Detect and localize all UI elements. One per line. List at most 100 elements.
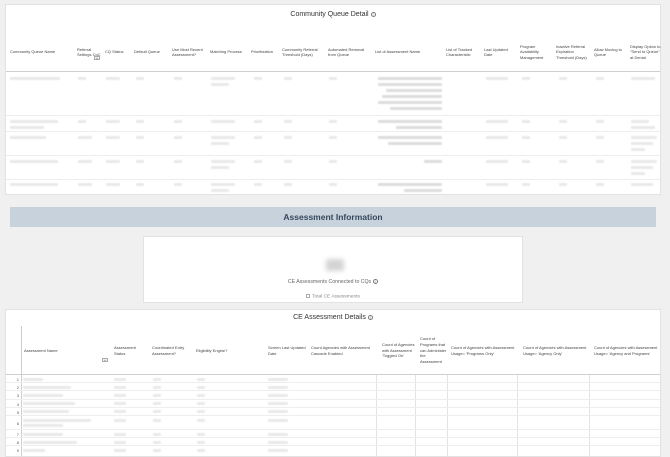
col-eligibility-engine[interactable]: Eligibility Engine?: [194, 326, 262, 375]
col-programs-administer[interactable]: Count of Programs that can Administer th…: [418, 326, 448, 375]
assessment-information-header: Assessment Information: [10, 207, 656, 227]
redacted-cell: [211, 160, 235, 163]
table-row[interactable]: 9: [6, 446, 660, 454]
col-prioritization[interactable]: Prioritization: [249, 32, 279, 72]
row-number: 5: [16, 409, 19, 415]
redacted-cell: [329, 183, 337, 186]
table-row[interactable]: 7: [6, 430, 660, 439]
table-row[interactable]: 8: [6, 438, 660, 447]
col-send-to-queue[interactable]: Display Option to "Send to Queue" at Den…: [628, 32, 662, 72]
redacted-cell: [136, 136, 144, 139]
assessment-details-header: Assessment Name « Assessment Status Coor…: [6, 326, 660, 375]
col-program-availability[interactable]: Program Availability Management: [518, 32, 552, 72]
redacted-cell: [631, 120, 649, 123]
redacted-cell: [10, 120, 58, 123]
checkbox[interactable]: [306, 294, 311, 298]
redacted-cell: [153, 440, 161, 444]
redacted-cell: [268, 432, 288, 436]
redacted-cell: [10, 183, 58, 186]
total-assessments-toggle[interactable]: Total CE Assessments: [144, 294, 522, 299]
redacted-cell: [23, 418, 91, 422]
row-number: 2: [16, 385, 19, 391]
col-matching-process[interactable]: Matching Process: [208, 32, 248, 72]
col-referral-threshold[interactable]: Community Referral Threshold (Days): [280, 32, 324, 72]
redacted-cell: [114, 385, 126, 389]
table-row[interactable]: 3: [6, 391, 660, 400]
table-row[interactable]: [6, 116, 660, 132]
col-assessment-name[interactable]: Assessment Name: [22, 326, 82, 375]
col-allow-moving[interactable]: Allow Moving to Queue: [592, 32, 626, 72]
redacted-cell: [396, 126, 442, 129]
table-row[interactable]: 2: [6, 383, 660, 392]
row-number: 9: [16, 448, 19, 454]
info-icon[interactable]: i: [373, 279, 379, 285]
col-assessment-names[interactable]: List of Assessment Name: [373, 32, 441, 72]
table-row[interactable]: 5: [6, 408, 660, 416]
redacted-cell: [106, 183, 120, 186]
col-coordinated-entry[interactable]: Coordinated Entry Assessment?: [150, 326, 192, 375]
redacted-cell: [378, 120, 442, 123]
redacted-cell: [329, 136, 337, 139]
redacted-cell: [197, 418, 205, 422]
col-usage-agency-programs[interactable]: Count of Agencies with Assessment Usage=…: [592, 326, 662, 375]
redacted-cell: [596, 160, 604, 163]
redacted-cell: [254, 183, 262, 186]
table-row[interactable]: 1: [6, 375, 660, 384]
redacted-cell: [114, 448, 126, 452]
col-use-most-recent[interactable]: Use Most Recent Assessment?: [170, 32, 206, 72]
redacted-cell: [329, 120, 337, 123]
redacted-cell: [23, 432, 63, 436]
redacted-cell: [197, 432, 205, 436]
redacted-cell: [197, 377, 205, 381]
redacted-cell: [382, 95, 442, 98]
table-row[interactable]: [6, 156, 660, 180]
redacted-cell: [197, 385, 205, 389]
redacted-cell: [254, 120, 262, 123]
col-community-queue-name[interactable]: Community Queue Name: [8, 32, 72, 72]
table-row[interactable]: [6, 180, 660, 195]
redacted-cell: [631, 126, 655, 129]
col-usage-programs-only[interactable]: Count of Agencies with Assessment Usage=…: [449, 326, 519, 375]
info-icon[interactable]: i: [370, 11, 376, 17]
table-row[interactable]: 6: [6, 416, 660, 430]
redacted-cell: [631, 142, 653, 145]
col-automated-removal[interactable]: Automated Removal from Queue: [326, 32, 370, 72]
redacted-cell: [378, 83, 442, 86]
redacted-cell: [268, 418, 288, 422]
redacted-cell: [23, 440, 77, 444]
col-default-queue[interactable]: Default Queue: [132, 32, 166, 72]
redacted-cell: [522, 120, 530, 123]
info-icon[interactable]: i: [367, 314, 373, 320]
table-row[interactable]: [6, 72, 660, 116]
assessment-details-panel: CE Assessment Details i Assessment Name «…: [5, 309, 661, 457]
redacted-cell: [197, 440, 205, 444]
redacted-cell: [596, 183, 604, 186]
redacted-cell: [486, 160, 508, 163]
col-last-updated[interactable]: Last Updated Date: [482, 32, 516, 72]
collapse-column-button[interactable]: «: [94, 56, 100, 60]
redacted-cell: [23, 402, 75, 406]
col-assessment-status[interactable]: Assessment Status: [112, 326, 146, 375]
row-number: 8: [16, 440, 19, 446]
redacted-cell: [78, 77, 86, 80]
table-row[interactable]: [6, 132, 660, 156]
col-toggled-on[interactable]: Count of Agencies with Assessment 'Toggl…: [380, 326, 416, 375]
redacted-cell: [23, 377, 43, 381]
col-usage-agency-only[interactable]: Count of Agencies with Assessment Usage=…: [521, 326, 591, 375]
table-row[interactable]: 4: [6, 400, 660, 408]
redacted-cell: [486, 183, 508, 186]
redacted-cell: [268, 393, 288, 397]
col-screen-last-updated[interactable]: Screen Last Updated Date: [266, 326, 306, 375]
col-cascade-enabled[interactable]: Count Agencies with Assessment Cascade E…: [309, 326, 379, 375]
col-inactive-threshold[interactable]: Inactive Referral Expiration Threshold (…: [554, 32, 590, 72]
redacted-cell: [378, 101, 442, 104]
redacted-cell: [559, 120, 567, 123]
kpi-value-redacted: [326, 259, 344, 271]
col-cq-status[interactable]: CQ Status: [103, 32, 129, 72]
collapse-column-button[interactable]: «: [102, 358, 108, 362]
redacted-cell: [174, 120, 182, 123]
col-tracked-characteristic[interactable]: List of Tracked Characteristic: [444, 32, 480, 72]
redacted-cell: [174, 183, 182, 186]
redacted-cell: [268, 377, 288, 381]
redacted-cell: [268, 385, 288, 389]
